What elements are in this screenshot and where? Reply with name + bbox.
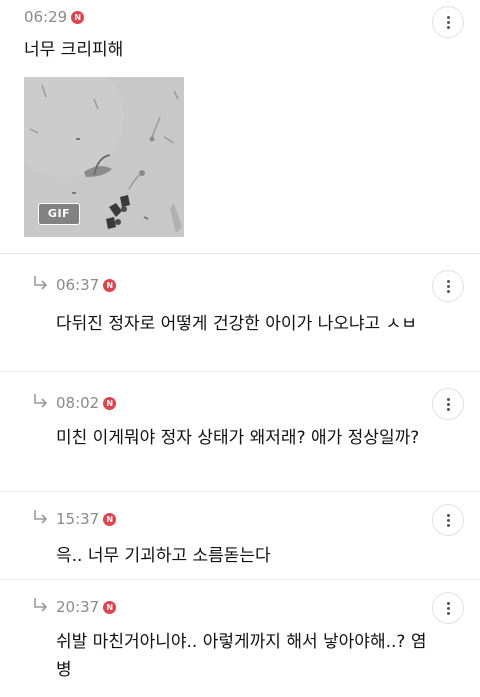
gif-label: GIF (38, 203, 80, 225)
more-vertical-icon (446, 15, 450, 19)
reply-item: 06:37 N 다뒤진 정자로 어떻게 건강한 아이가 나오냐고 ㅅㅂ (0, 254, 480, 372)
new-badge-icon: N (71, 10, 85, 24)
reply-arrow-icon (34, 394, 48, 408)
comment-meta: 08:02 N (32, 394, 480, 412)
reply-item: 08:02 N 미친 이게뭐야 정자 상태가 왜저래? 애가 정상일까? (0, 372, 480, 492)
comment-time: 15:37 (56, 510, 100, 528)
reply-arrow-icon (34, 276, 48, 290)
more-vertical-icon (446, 397, 450, 401)
more-options-button[interactable] (432, 388, 464, 420)
more-vertical-icon (446, 513, 450, 517)
comment-item: 06:29 N 너무 크리피해 GIF (0, 0, 480, 254)
gif-attachment[interactable]: GIF (24, 77, 184, 237)
more-options-button[interactable] (432, 592, 464, 624)
new-badge-icon: N (103, 600, 117, 614)
comment-time: 08:02 (56, 394, 100, 412)
comment-text: 너무 크리피해 (24, 40, 124, 60)
reply-item: 20:37 N 쉬발 마친거아니야.. 아렇게까지 해서 낳아야해..? 염병 (0, 580, 480, 697)
comment-text: 다뒤진 정자로 어떻게 건강한 아이가 나오냐고 ㅅㅂ (56, 314, 417, 334)
reply-arrow-icon (34, 598, 48, 612)
comment-meta: 15:37 N (32, 510, 480, 528)
comment-time: 20:37 (56, 598, 100, 616)
comment-meta: 20:37 N (32, 598, 480, 616)
new-badge-icon: N (103, 512, 117, 526)
reply-arrow-icon (34, 510, 48, 524)
comment-meta: 06:29 N (24, 8, 480, 26)
comment-meta: 06:37 N (32, 276, 480, 294)
comment-text: 윽.. 너무 기괴하고 소름돋는다 (56, 546, 271, 566)
new-badge-icon: N (103, 278, 117, 292)
more-options-button[interactable] (432, 270, 464, 302)
comment-text: 쉬발 마친거아니야.. 아렇게까지 해서 낳아야해..? 염병 (56, 632, 427, 680)
comment-time: 06:37 (56, 276, 100, 294)
more-vertical-icon (446, 601, 450, 605)
new-badge-icon: N (103, 396, 117, 410)
comment-feed: 06:29 N 너무 크리피해 GIF 06:37 N 다뒤진 정자로 어떻게 … (0, 0, 480, 697)
more-vertical-icon (446, 279, 450, 283)
comment-time: 06:29 (24, 8, 68, 26)
reply-item: 15:37 N 윽.. 너무 기괴하고 소름돋는다 (0, 492, 480, 580)
more-options-button[interactable] (432, 6, 464, 38)
more-options-button[interactable] (432, 504, 464, 536)
comment-text: 미친 이게뭐야 정자 상태가 왜저래? 애가 정상일까? (56, 428, 420, 448)
